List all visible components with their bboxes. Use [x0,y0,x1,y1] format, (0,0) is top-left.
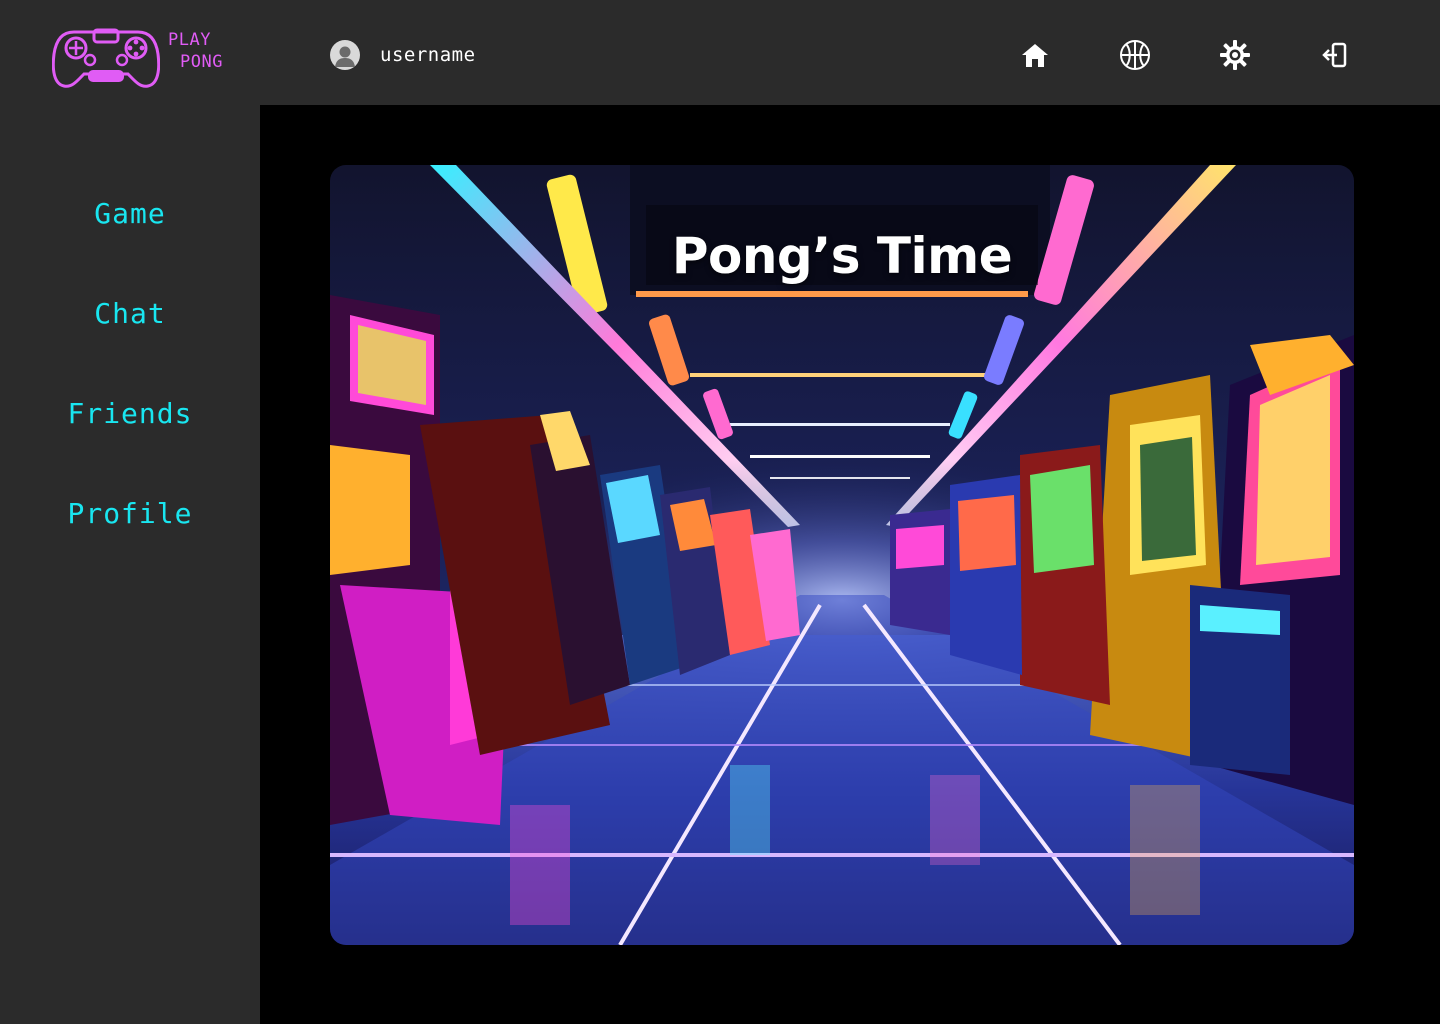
top-bar: PLAY PONG username [0,0,1440,105]
hero-banner: Pong’s Time [330,165,1354,945]
logout-icon[interactable] [1318,38,1352,72]
logo-line-2: PONG [180,52,223,72]
main-content: Pong’s Time [260,105,1440,1024]
sidebar-item-friends[interactable]: Friends [0,397,260,430]
hero-title: Pong’s Time [671,227,1013,285]
sidebar: Game Chat Friends Profile [0,105,260,1024]
logo-text: PLAY PONG [168,29,223,73]
sidebar-item-chat[interactable]: Chat [0,297,260,330]
sidebar-item-game[interactable]: Game [0,197,260,230]
gamepad-icon [52,28,160,88]
sidebar-item-profile[interactable]: Profile [0,497,260,530]
gear-icon[interactable] [1218,38,1252,72]
user-avatar-icon[interactable] [330,40,360,70]
play-pong-logo[interactable]: PLAY PONG [52,26,242,92]
username-label: username [380,44,476,66]
home-icon[interactable] [1018,38,1052,72]
basketball-icon[interactable] [1118,38,1152,72]
logo-line-1: PLAY [168,30,211,50]
user-info[interactable]: username [330,40,476,70]
